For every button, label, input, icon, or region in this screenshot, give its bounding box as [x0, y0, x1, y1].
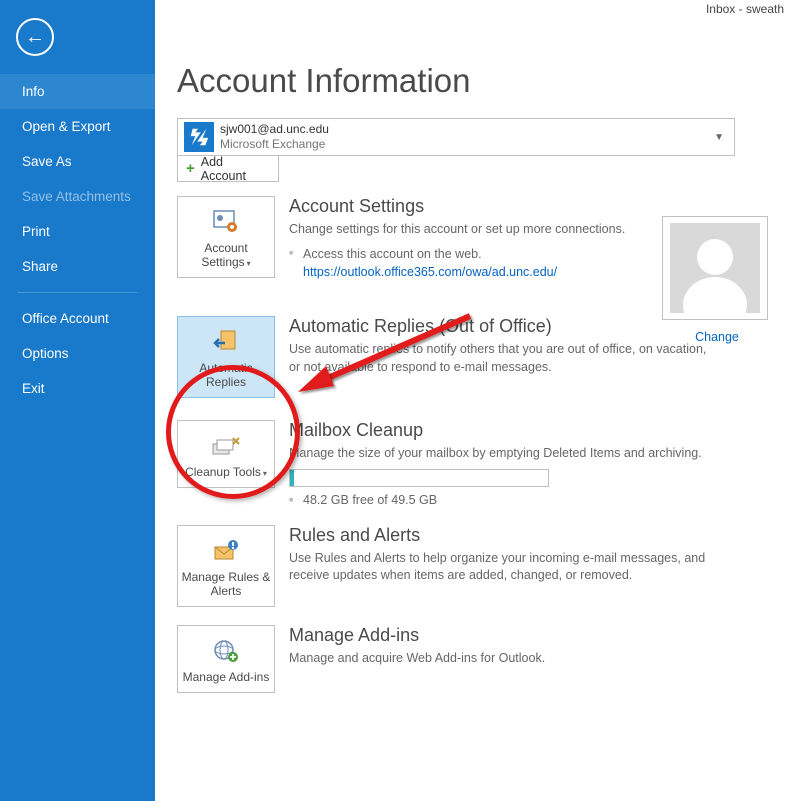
tile-label: Automatic Replies — [199, 361, 252, 389]
tile-label: Manage Add-ins — [183, 670, 270, 684]
chevron-down-icon: ▾ — [263, 469, 267, 478]
sidebar-item-options[interactable]: Options — [0, 336, 155, 371]
backstage-sidebar: ← Info Open & Export Save As Save Attach… — [0, 0, 155, 801]
sidebar-item-open-export[interactable]: Open & Export — [0, 109, 155, 144]
cleanup-tools-icon — [180, 431, 272, 461]
change-avatar-link[interactable]: Change — [662, 330, 772, 344]
plus-icon: + — [186, 160, 195, 177]
sidebar-item-share[interactable]: Share — [0, 249, 155, 284]
sidebar-separator — [18, 292, 137, 293]
cleanup-tools-tile[interactable]: Cleanup Tools▾ — [177, 420, 275, 488]
account-info: sjw001@ad.unc.edu Microsoft Exchange — [220, 122, 329, 152]
account-type: Microsoft Exchange — [220, 137, 329, 152]
main-pane: Account Information sjw001@ad.unc.edu Mi… — [155, 0, 790, 693]
sidebar-item-exit[interactable]: Exit — [0, 371, 155, 406]
tile-label: Manage Rules & Alerts — [182, 570, 271, 598]
section-desc: Use Rules and Alerts to help organize yo… — [289, 550, 729, 585]
exchange-icon — [184, 122, 214, 152]
sidebar-item-office-account[interactable]: Office Account — [0, 301, 155, 336]
sidebar-item-info[interactable]: Info — [0, 74, 155, 109]
page-title: Account Information — [177, 62, 772, 100]
account-settings-icon — [180, 207, 272, 237]
account-settings-tile[interactable]: Account Settings▾ — [177, 196, 275, 278]
manage-rules-tile[interactable]: Manage Rules & Alerts — [177, 525, 275, 607]
sidebar-item-print[interactable]: Print — [0, 214, 155, 249]
section-title: Manage Add-ins — [289, 625, 545, 646]
sidebar-item-save-attachments: Save Attachments — [0, 179, 155, 214]
owa-link[interactable]: https://outlook.office365.com/owa/ad.unc… — [303, 265, 557, 279]
storage-text: 48.2 GB free of 49.5 GB — [289, 493, 702, 507]
tile-label: Cleanup Tools — [185, 465, 261, 479]
chevron-down-icon: ▼ — [714, 132, 724, 143]
back-arrow-icon: ← — [25, 27, 45, 47]
sidebar-item-save-as[interactable]: Save As — [0, 144, 155, 179]
add-account-button[interactable]: + Add Account — [177, 156, 279, 182]
section-desc: Manage the size of your mailbox by empty… — [289, 445, 702, 463]
manage-addins-tile[interactable]: Manage Add-ins — [177, 625, 275, 693]
account-email: sjw001@ad.unc.edu — [220, 122, 329, 137]
automatic-replies-tile[interactable]: Automatic Replies — [177, 316, 275, 398]
section-title: Account Settings — [289, 196, 625, 217]
storage-progress — [289, 469, 549, 487]
addins-icon — [180, 636, 272, 666]
section-desc: Manage and acquire Web Add-ins for Outlo… — [289, 650, 545, 668]
section-title: Automatic Replies (Out of Office) — [289, 316, 709, 337]
chevron-down-icon: ▾ — [247, 259, 251, 268]
tile-label: Account Settings — [201, 241, 247, 269]
add-account-label: Add Account — [201, 155, 270, 183]
section-title: Rules and Alerts — [289, 525, 729, 546]
section-desc: Use automatic replies to notify others t… — [289, 341, 709, 376]
automatic-replies-icon — [180, 327, 272, 357]
back-button[interactable]: ← — [16, 18, 54, 56]
account-avatar: Change — [662, 216, 772, 344]
rules-alerts-icon — [180, 536, 272, 566]
avatar-placeholder-icon — [670, 223, 760, 313]
section-desc: Change settings for this account or set … — [289, 221, 625, 239]
bullet-text: Access this account on the web. — [303, 247, 482, 261]
avatar-frame — [662, 216, 768, 320]
account-selector[interactable]: sjw001@ad.unc.edu Microsoft Exchange ▼ — [177, 118, 735, 156]
section-title: Mailbox Cleanup — [289, 420, 702, 441]
